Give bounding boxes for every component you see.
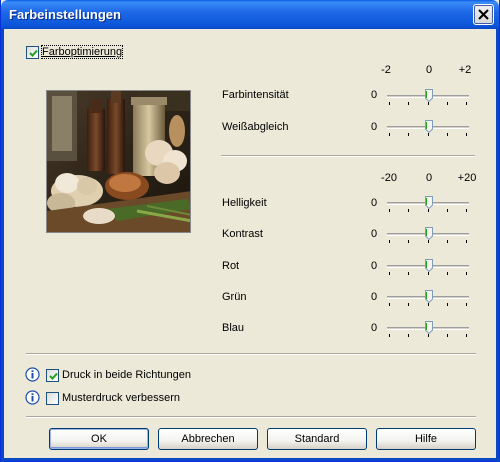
white-balance-label: Weißabgleich bbox=[222, 121, 288, 133]
saturation-value: 0 bbox=[371, 89, 378, 101]
brightness-slider-thumb[interactable] bbox=[425, 196, 433, 209]
blue-slider-ticks bbox=[387, 334, 469, 337]
options-separator bbox=[26, 353, 476, 355]
brightness-slider-ticks bbox=[387, 209, 469, 212]
white-balance-slider-ticks bbox=[387, 133, 469, 136]
top-scale-min: -2 bbox=[381, 64, 391, 76]
contrast-slider-ticks bbox=[387, 240, 469, 243]
contrast-slider-thumb[interactable] bbox=[425, 227, 433, 240]
color-settings-dialog: Farbeinstellungen Farboptimierung -2 0 +… bbox=[0, 0, 500, 462]
red-slider-ticks bbox=[387, 272, 469, 275]
saturation-slider-ticks bbox=[387, 102, 469, 105]
saturation-label-text: Farbintensität bbox=[222, 89, 289, 101]
checkmark-icon bbox=[49, 372, 58, 380]
info-icon[interactable] bbox=[25, 390, 40, 405]
window-border-bottom bbox=[1, 458, 500, 461]
slider-separator bbox=[221, 155, 475, 157]
brightness-value: 0 bbox=[371, 197, 378, 209]
white-balance-slider-thumb[interactable] bbox=[425, 120, 433, 133]
checkmark-icon bbox=[29, 49, 38, 57]
window-title: Farbeinstellungen bbox=[9, 7, 121, 22]
color-optimization-label-text: Farboptimierung bbox=[40, 45, 124, 59]
color-optimization-checkbox[interactable] bbox=[26, 46, 39, 59]
white-balance-value: 0 bbox=[371, 121, 378, 133]
blue-label: Blau bbox=[222, 322, 245, 334]
top-scale-max: +2 bbox=[458, 64, 472, 76]
bottom-scale-min: -20 bbox=[381, 172, 397, 184]
help-button[interactable]: Hilfe bbox=[376, 428, 476, 450]
green-label: Grün bbox=[222, 291, 247, 303]
default-button[interactable]: Standard bbox=[267, 428, 367, 450]
close-icon bbox=[478, 9, 489, 20]
preview-image bbox=[46, 90, 191, 233]
green-slider-ticks bbox=[387, 303, 469, 306]
window-border-right bbox=[496, 29, 499, 462]
blue-value: 0 bbox=[371, 322, 378, 334]
buttons-separator bbox=[26, 416, 476, 418]
contrast-label: Kontrast bbox=[222, 228, 263, 240]
top-scale-mid: 0 bbox=[425, 64, 433, 76]
ok-button[interactable]: OK bbox=[49, 428, 149, 450]
bottom-scale-max: +20 bbox=[457, 172, 477, 184]
saturation-slider-thumb[interactable] bbox=[425, 89, 433, 102]
red-label: Rot bbox=[222, 260, 240, 272]
improve-pattern-printing-label: Musterdruck verbessern bbox=[62, 392, 180, 404]
green-slider-thumb[interactable] bbox=[425, 290, 433, 303]
green-value: 0 bbox=[371, 291, 378, 303]
title-bar[interactable]: Farbeinstellungen bbox=[1, 0, 499, 29]
window-border-left bbox=[1, 29, 4, 462]
saturation-label: Farbintensität bbox=[222, 89, 289, 101]
improve-pattern-printing-checkbox[interactable] bbox=[46, 392, 59, 405]
info-icon[interactable] bbox=[25, 367, 40, 382]
brightness-label: Helligkeit bbox=[222, 197, 267, 209]
bidirectional-print-label: Druck in beide Richtungen bbox=[62, 369, 192, 381]
red-value: 0 bbox=[371, 260, 378, 272]
close-button[interactable] bbox=[473, 4, 494, 25]
red-slider-thumb[interactable] bbox=[425, 259, 433, 272]
white-balance-label-text: Weißabgleich bbox=[222, 121, 289, 133]
cancel-button[interactable]: Abbrechen bbox=[158, 428, 258, 450]
bottom-scale-mid: 0 bbox=[425, 172, 433, 184]
bidirectional-print-checkbox[interactable] bbox=[46, 369, 59, 382]
blue-slider-thumb[interactable] bbox=[425, 321, 433, 334]
contrast-value: 0 bbox=[371, 228, 378, 240]
color-optimization-label: Farboptimierung bbox=[40, 45, 124, 59]
